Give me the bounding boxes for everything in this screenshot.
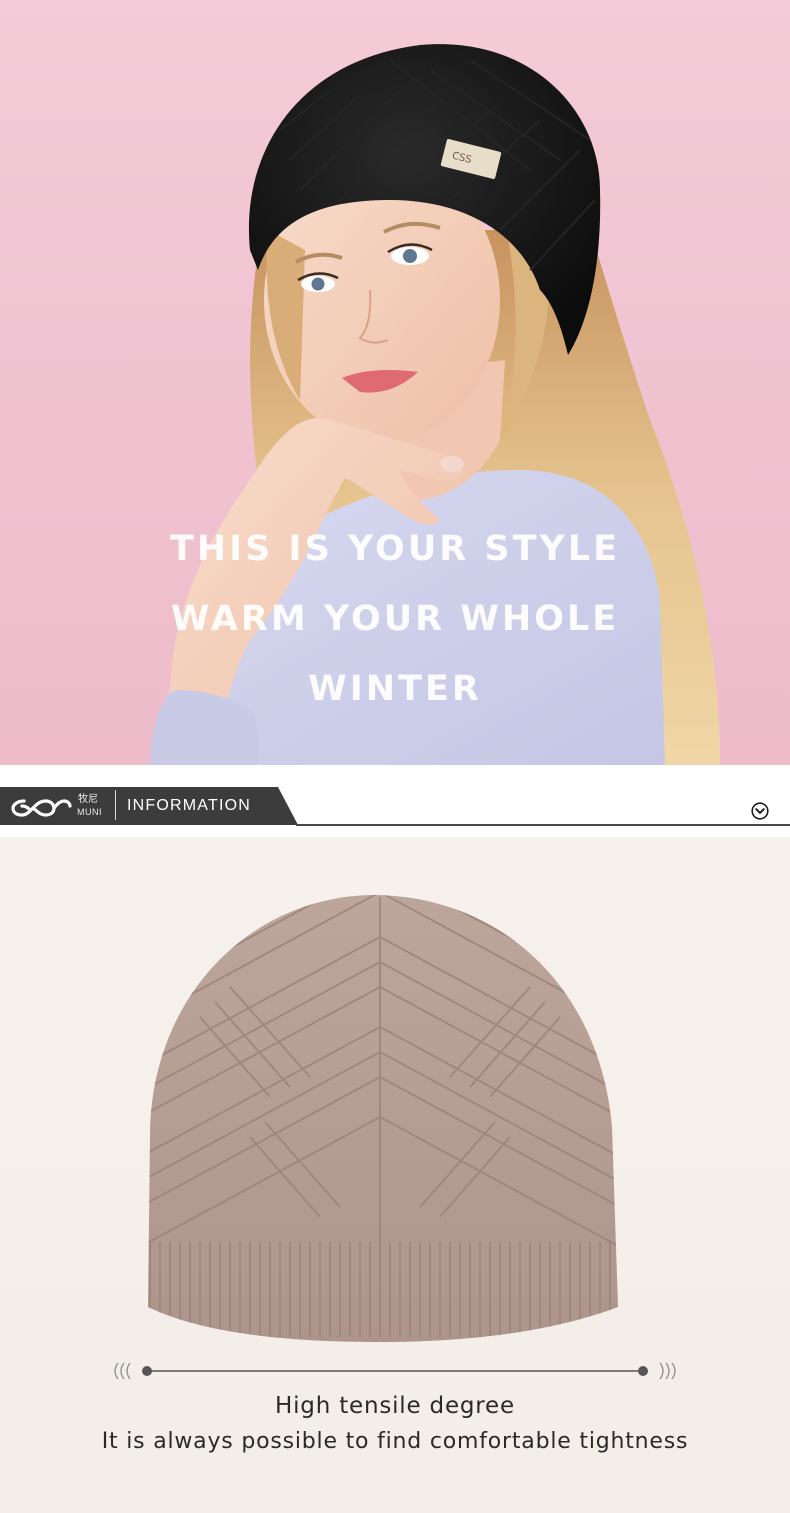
product-detail-page: CSS THIS IS YOUR STYLE WARM YOUR WHOLE W… bbox=[0, 0, 790, 1513]
brand-name-english: MUNI bbox=[77, 807, 102, 817]
brand-divider bbox=[115, 790, 116, 820]
hero-banner: CSS THIS IS YOUR STYLE WARM YOUR WHOLE W… bbox=[0, 0, 790, 765]
brand-name-chinese: 牧尼 bbox=[78, 794, 98, 805]
hero-headline: THIS IS YOUR STYLE WARM YOUR WHOLE WINTE… bbox=[0, 522, 790, 732]
chevron-down-circle-icon[interactable] bbox=[751, 802, 769, 820]
width-measure-line bbox=[114, 1362, 676, 1380]
hero-line-2: WARM YOUR WHOLE bbox=[170, 599, 620, 639]
muni-logo-icon bbox=[11, 799, 72, 817]
feature-description: It is always possible to find comfortabl… bbox=[101, 1429, 689, 1454]
hero-line-1: THIS IS YOUR STYLE bbox=[169, 529, 621, 569]
product-section: High tensile degree It is always possibl… bbox=[0, 837, 790, 1513]
hero-line-3: WINTER bbox=[308, 669, 482, 709]
information-bar: 牧尼 MUNI INFORMATION bbox=[0, 765, 790, 837]
beanie-product-image bbox=[148, 895, 618, 1342]
section-rule bbox=[296, 824, 790, 826]
sound-waves-right-icon bbox=[659, 1362, 676, 1380]
sound-waves-left-icon bbox=[114, 1362, 131, 1380]
feature-title: High tensile degree bbox=[275, 1393, 515, 1419]
information-tab-label: INFORMATION bbox=[127, 797, 252, 814]
